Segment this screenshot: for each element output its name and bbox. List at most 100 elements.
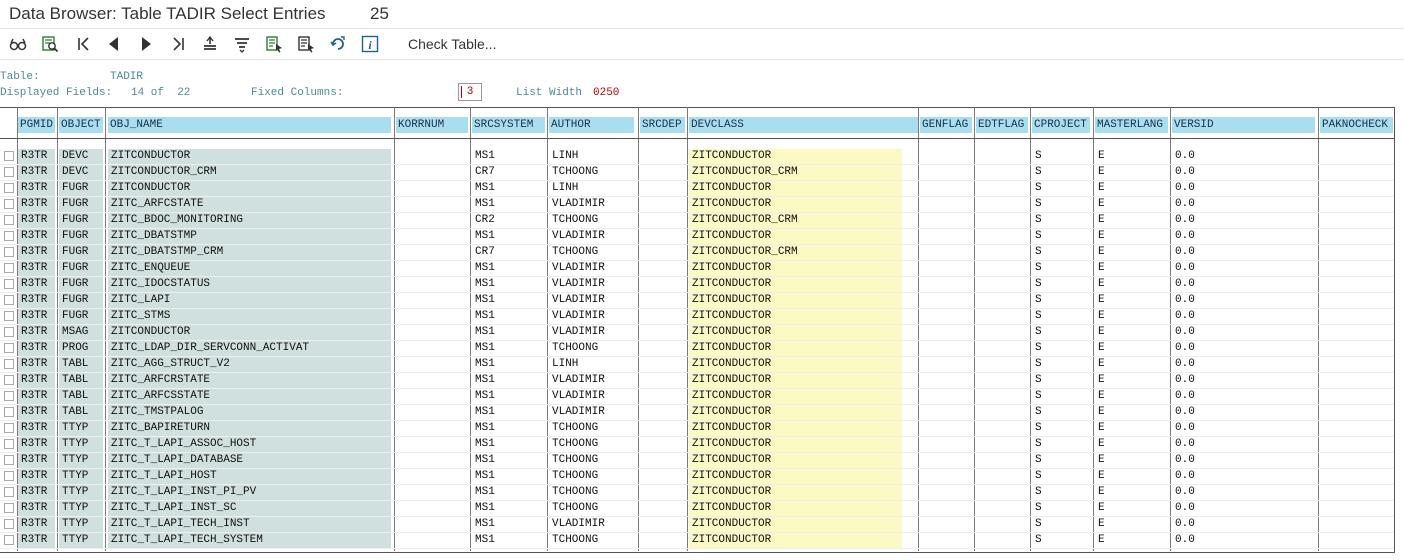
row-select-checkbox[interactable] (4, 151, 14, 161)
cell-object: MSAG (59, 325, 103, 340)
glasses-icon[interactable] (7, 33, 29, 55)
choose-detail-icon[interactable] (263, 33, 285, 55)
table-row[interactable]: R3TR TTYP ZITC_BAPIRETURN MS1 TCHOONG ZITCOND… (0, 421, 1394, 437)
table-row[interactable]: R3TR FUGR ZITCONDUCTOR MS1 LINH ZITCONDUCTOR S… (0, 181, 1394, 197)
table-row[interactable]: R3TR TTYP ZITC_T_LAPI_TECH_SYSTEM MS1 TCHOON… (0, 533, 1394, 549)
row-select-checkbox[interactable] (4, 167, 14, 177)
table-row[interactable]: R3TR TTYP ZITC_T_LAPI_TECH_INST MS1 VLADIMIR… (0, 517, 1394, 533)
cell-masterlang: E (1095, 501, 1109, 516)
table-row[interactable]: R3TR TTYP ZITC_T_LAPI_INST_SC MS1 TCHOONG ZIT… (0, 501, 1394, 517)
cell-versid: 0.0 (1172, 293, 1315, 308)
column-header-masterlang[interactable]: MASTERLANG (1095, 117, 1168, 133)
table-row[interactable]: R3TR DEVC ZITCONDUCTOR_CRM CR7 TCHOONG ZITCON… (0, 165, 1394, 181)
column-header-versid[interactable]: VERSID (1172, 117, 1315, 133)
cell-obj_name: ZITC_LDAP_DIR_SERVCONN_ACTIVAT (108, 341, 391, 356)
column-header-object[interactable]: OBJECT (59, 117, 103, 133)
cell-srcdep (640, 421, 685, 436)
cell-author: TCHOONG (549, 485, 634, 500)
cell-paknocheck (1320, 293, 1393, 308)
table-row[interactable]: R3TR FUGR ZITC_ARFCSTATE MS1 VLADIMIR ZITCOND… (0, 197, 1394, 213)
row-select-checkbox[interactable] (4, 327, 14, 337)
table-row[interactable]: R3TR PROG ZITC_LDAP_DIR_SERVCONN_ACTIVAT MS… (0, 341, 1394, 357)
row-select-checkbox[interactable] (4, 455, 14, 465)
first-page-icon[interactable] (73, 33, 95, 55)
row-select-checkbox[interactable] (4, 199, 14, 209)
table-row[interactable]: R3TR FUGR ZITC_DBATSTMP MS1 VLADIMIR ZITCONDU… (0, 229, 1394, 245)
cell-srcsystem: MS1 (472, 325, 545, 340)
column-header-cproject[interactable]: CPROJECT (1032, 117, 1090, 133)
table-row[interactable]: R3TR FUGR ZITC_DBATSTMP_CRM CR7 TCHOONG ZITCO… (0, 245, 1394, 261)
row-select-checkbox[interactable] (4, 503, 14, 513)
column-header-obj_name[interactable]: OBJ_NAME (108, 117, 391, 133)
entry-count: 25 (370, 4, 389, 23)
table-row[interactable]: R3TR TABL ZITC_ARFCRSTATE MS1 VLADIMIR ZITCON… (0, 373, 1394, 389)
table-row[interactable]: R3TR TTYP ZITC_T_LAPI_INST_PI_PV MS1 TCHOONG… (0, 485, 1394, 501)
row-select-checkbox[interactable] (4, 471, 14, 481)
cell-srcsystem: MS1 (472, 533, 545, 548)
row-select-checkbox[interactable] (4, 279, 14, 289)
last-page-icon[interactable] (167, 33, 189, 55)
cell-paknocheck (1320, 181, 1393, 196)
refresh-icon[interactable] (327, 33, 349, 55)
column-header-paknocheck[interactable]: PAKNOCHECK (1320, 117, 1393, 133)
row-select-checkbox[interactable] (4, 391, 14, 401)
cell-pgmid: R3TR (18, 277, 55, 292)
row-select-checkbox[interactable] (4, 295, 14, 305)
fixed-columns-input[interactable]: 3 (458, 83, 482, 101)
sort-descending-icon[interactable] (231, 33, 253, 55)
row-select-checkbox[interactable] (4, 263, 14, 273)
row-select-checkbox[interactable] (4, 375, 14, 385)
table-row[interactable]: R3TR FUGR ZITC_LAPI MS1 VLADIMIR ZITCONDUCTOR… (0, 293, 1394, 309)
column-header-edtflag[interactable]: EDTFLAG (976, 117, 1028, 133)
print-icon[interactable] (295, 33, 317, 55)
previous-page-icon[interactable] (103, 33, 125, 55)
row-select-checkbox[interactable] (4, 183, 14, 193)
cell-pgmid: R3TR (18, 421, 55, 436)
column-header-pgmid[interactable]: PGMID (18, 117, 55, 133)
row-select-checkbox[interactable] (4, 343, 14, 353)
table-row[interactable]: R3TR DEVC ZITCONDUCTOR MS1 LINH ZITCONDUCTOR S… (0, 149, 1394, 165)
check-table-button[interactable]: Check Table... (408, 36, 496, 52)
row-select-checkbox[interactable] (4, 215, 14, 225)
sort-ascending-icon[interactable] (199, 33, 221, 55)
row-select-checkbox[interactable] (4, 247, 14, 257)
row-select-checkbox[interactable] (4, 407, 14, 417)
row-select-checkbox[interactable] (4, 423, 14, 433)
column-header-srcdep[interactable]: SRCDEP (640, 117, 685, 133)
table-row[interactable]: R3TR FUGR ZITC_BDOC_MONITORING CR2 TCHOONG ZI… (0, 213, 1394, 229)
table-row[interactable]: R3TR TTYP ZITC_T_LAPI_ASSOC_HOST MS1 TCHOONG… (0, 437, 1394, 453)
cell-srcsystem: MS1 (472, 437, 545, 452)
table-row[interactable]: R3TR FUGR ZITC_STMS MS1 VLADIMIR ZITCONDUCTOR… (0, 309, 1394, 325)
table-row[interactable]: R3TR TABL ZITC_ARFCSSTATE MS1 VLADIMIR ZITCON… (0, 389, 1394, 405)
cell-author: TCHOONG (549, 453, 634, 468)
column-header-srcsystem[interactable]: SRCSYSTEM (472, 117, 545, 133)
row-select-checkbox[interactable] (4, 487, 14, 497)
table-row[interactable]: R3TR FUGR ZITC_ENQUEUE MS1 VLADIMIR ZITCONDUC… (0, 261, 1394, 277)
find-icon[interactable] (39, 33, 61, 55)
next-page-icon[interactable] (135, 33, 157, 55)
cell-pgmid: R3TR (18, 485, 55, 500)
column-header-author[interactable]: AUTHOR (549, 117, 634, 133)
table-row[interactable]: R3TR TABL ZITC_AGG_STRUCT_V2 MS1 LINH ZITCOND… (0, 357, 1394, 373)
cell-author: LINH (549, 357, 634, 372)
column-header-korrnum[interactable]: KORRNUM (396, 117, 468, 133)
table-row[interactable]: R3TR TTYP ZITC_T_LAPI_DATABASE MS1 TCHOONG ZI… (0, 453, 1394, 469)
row-select-checkbox[interactable] (4, 311, 14, 321)
info-icon[interactable]: i (359, 33, 381, 55)
row-select-checkbox[interactable] (4, 359, 14, 369)
row-select-checkbox[interactable] (4, 519, 14, 529)
cell-devclass: ZITCONDUCTOR (689, 469, 902, 484)
table-row[interactable]: R3TR TABL ZITC_TMSTPALOG MS1 VLADIMIR ZITCOND… (0, 405, 1394, 421)
column-header-devclass[interactable]: DEVCLASS (689, 117, 918, 133)
table-row[interactable]: R3TR FUGR ZITC_IDOCSTATUS MS1 VLADIMIR ZITCON… (0, 277, 1394, 293)
cell-cproject: S (1032, 533, 1056, 548)
list-width-value: 0250 (593, 87, 620, 99)
column-header-genflag[interactable]: GENFLAG (920, 117, 972, 133)
row-select-checkbox[interactable] (4, 231, 14, 241)
row-select-checkbox[interactable] (4, 439, 14, 449)
row-select-checkbox[interactable] (4, 535, 14, 545)
cell-obj_name: ZITC_TMSTPALOG (108, 405, 391, 420)
table-row[interactable]: R3TR MSAG ZITCONDUCTOR MS1 VLADIMIR ZITCONDUC… (0, 325, 1394, 341)
cell-srcdep (640, 389, 685, 404)
table-row[interactable]: R3TR TTYP ZITC_T_LAPI_HOST MS1 TCHOONG ZITCON… (0, 469, 1394, 485)
